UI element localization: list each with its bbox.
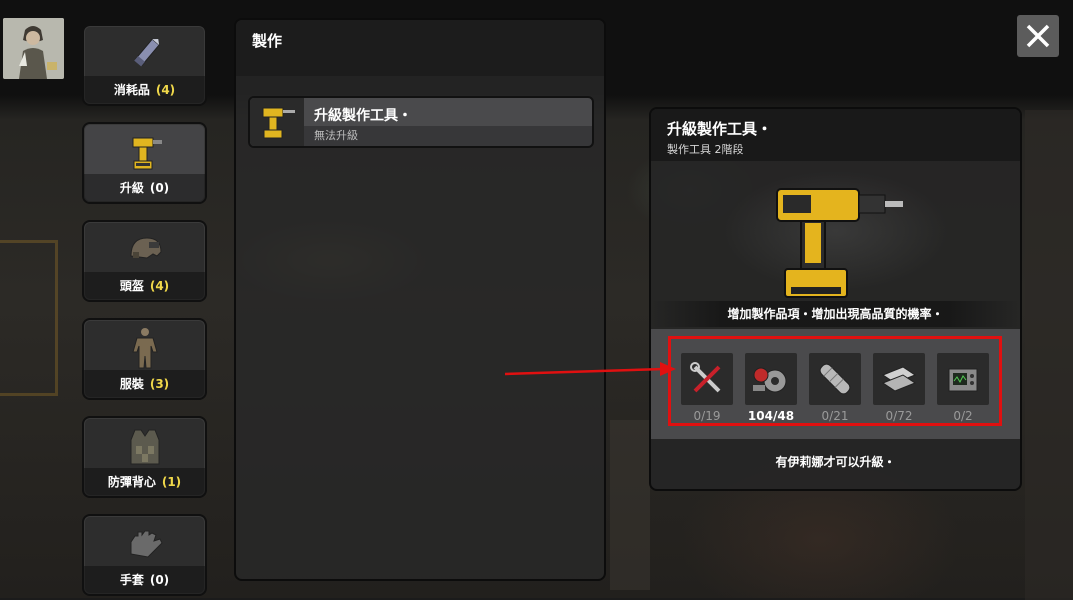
category-count: (4)	[149, 279, 170, 293]
detail-subtitle: 製作工具 2階段	[667, 143, 744, 156]
material-slot-gear-parts[interactable]: 104/48	[745, 353, 797, 423]
category-label: 防彈背心	[107, 475, 156, 489]
character-portrait-icon	[3, 18, 64, 79]
category-outfit[interactable]: 服裝 (3)	[82, 318, 207, 400]
drill-icon	[250, 98, 304, 146]
craft-panel: 製作 升級製作工具・ 無法升級	[234, 18, 606, 581]
recipe-name: 升級製作工具・	[314, 108, 412, 124]
category-gloves[interactable]: 手套 (0)	[82, 514, 207, 596]
drill-icon	[776, 188, 903, 298]
category-count: (4)	[155, 83, 176, 97]
category-helmet[interactable]: 頭盔 (4)	[82, 220, 207, 302]
outfit-icon	[84, 326, 205, 370]
tools-icon	[690, 362, 721, 393]
material-amount: 104/48	[747, 409, 795, 423]
category-label: 消耗品	[113, 83, 150, 97]
ammo-icon	[84, 32, 205, 76]
craft-panel-title: 製作	[252, 32, 283, 50]
background-wall	[1025, 110, 1073, 600]
vest-icon	[84, 424, 205, 468]
material-slot-pipe[interactable]: 0/21	[809, 353, 861, 423]
metal-plate-icon	[881, 366, 917, 392]
category-count: (3)	[149, 377, 170, 391]
material-slot-metal-plate[interactable]: 0/72	[873, 353, 925, 423]
material-slot-electronics[interactable]: 0/2	[937, 353, 989, 423]
background-yellow-frame	[0, 240, 58, 396]
craft-panel-header	[236, 20, 604, 76]
glove-icon	[84, 522, 205, 566]
material-amount: 0/72	[885, 409, 913, 423]
category-label: 升級	[119, 181, 144, 195]
category-count: (0)	[149, 573, 170, 587]
detail-title: 升級製作工具・	[667, 120, 773, 138]
material-amount: 0/19	[693, 409, 721, 423]
category-consumables[interactable]: 消耗品 (4)	[82, 24, 207, 106]
category-vest[interactable]: 防彈背心 (1)	[82, 416, 207, 498]
material-amount: 0/21	[821, 409, 849, 423]
category-label: 手套	[119, 573, 144, 587]
materials-highlight-box: 0/19 104/48 0/21 0/72 0/2	[668, 336, 1002, 426]
electronics-icon	[948, 368, 978, 392]
helmet-icon	[84, 228, 205, 272]
material-slot-tools[interactable]: 0/19	[681, 353, 733, 423]
detail-description: 增加製作品項・增加出現高品質的機率・	[651, 301, 1020, 327]
category-label: 服裝	[119, 377, 144, 391]
character-avatar[interactable]	[3, 18, 64, 79]
category-count: (0)	[149, 181, 170, 195]
close-button[interactable]	[1017, 15, 1059, 57]
category-count: (1)	[161, 475, 182, 489]
category-upgrade[interactable]: 升級 (0)	[82, 122, 207, 204]
recipe-status: 無法升級	[304, 126, 592, 146]
drill-icon	[84, 130, 205, 174]
background-pillar	[610, 420, 650, 590]
pipe-icon	[819, 363, 851, 395]
recipe-item-upgrade-tool[interactable]: 升級製作工具・ 無法升級	[248, 96, 594, 148]
detail-footer-note: 有伊莉娜才可以升級・	[775, 455, 896, 469]
close-icon	[1026, 24, 1050, 48]
upgrade-detail-panel: 升級製作工具・ 製作工具 2階段 增加製作品項・增加出現高品質的機率・ 有伊莉娜…	[649, 107, 1022, 491]
material-amount: 0/2	[953, 409, 973, 423]
gear-parts-icon	[753, 367, 787, 393]
category-label: 頭盔	[119, 279, 144, 293]
detail-hero-image	[651, 161, 1020, 301]
